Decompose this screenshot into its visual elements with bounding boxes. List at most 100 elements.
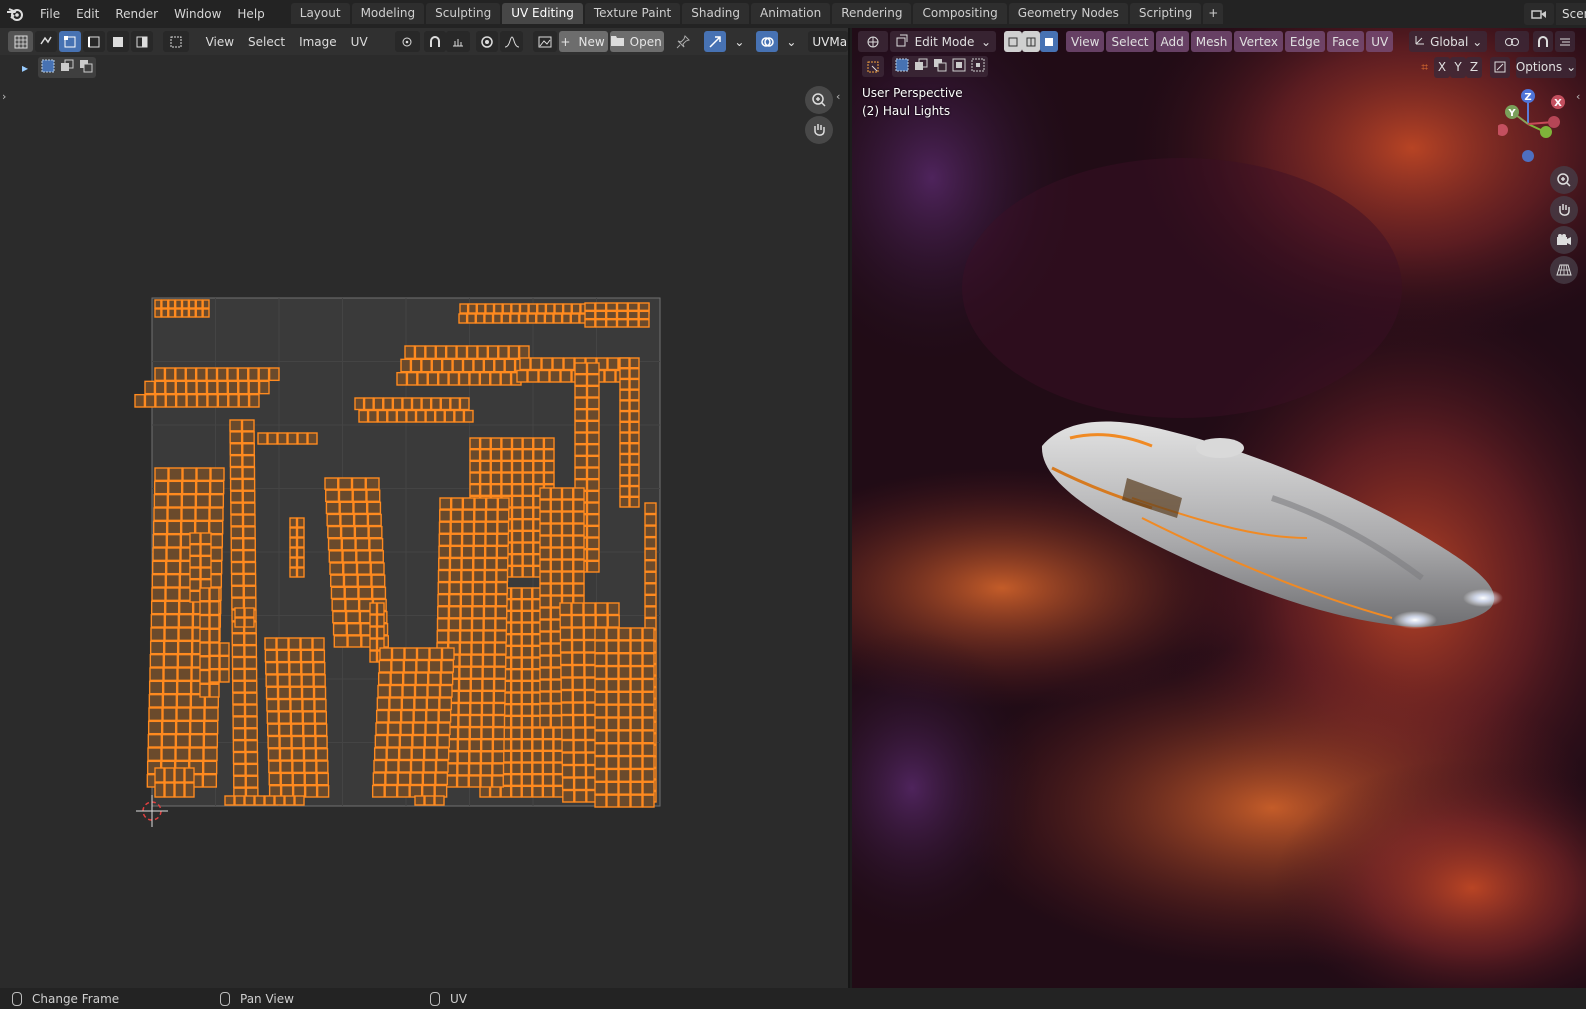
vp-menu-add[interactable]: Add bbox=[1155, 31, 1189, 52]
vp-menu-uv[interactable]: UV bbox=[1366, 31, 1394, 52]
face-mode-icon[interactable] bbox=[1040, 31, 1058, 52]
mirror-y-toggle[interactable]: Y bbox=[1450, 56, 1466, 78]
pan-hand-icon[interactable] bbox=[805, 116, 833, 144]
falloff-icon[interactable] bbox=[499, 31, 524, 52]
uv-face bbox=[231, 656, 245, 670]
overlay-icon[interactable] bbox=[756, 31, 779, 52]
gizmo-neg-y[interactable] bbox=[1540, 126, 1552, 138]
snap-target-icon[interactable] bbox=[445, 31, 470, 52]
tab-shading[interactable]: Shading bbox=[682, 3, 749, 24]
face-select-icon[interactable] bbox=[107, 31, 130, 52]
island-select-icon[interactable] bbox=[131, 31, 154, 52]
vp-menu-select[interactable]: Select bbox=[1106, 31, 1154, 52]
uv-face bbox=[457, 738, 470, 752]
mirror-z-toggle[interactable]: Z bbox=[1466, 56, 1482, 78]
vp-select-subtract-icon[interactable] bbox=[933, 58, 947, 75]
gizmo-neg-z[interactable] bbox=[1522, 150, 1534, 162]
uv-face bbox=[494, 654, 507, 667]
vp-menu-view[interactable]: View bbox=[1066, 31, 1105, 52]
open-image-button[interactable]: Open bbox=[610, 31, 665, 52]
uv-sync-view-icon[interactable] bbox=[704, 31, 727, 52]
tab-geometry-nodes[interactable]: Geometry Nodes bbox=[1008, 3, 1128, 24]
uv-face bbox=[279, 735, 292, 749]
sticky-selection-icon[interactable] bbox=[163, 31, 189, 52]
pin-icon[interactable] bbox=[672, 31, 694, 52]
select-box-tool-icon[interactable] bbox=[862, 56, 884, 77]
new-image-button[interactable]: + New bbox=[559, 31, 609, 52]
gizmo-x-axis[interactable] bbox=[1498, 124, 1508, 136]
edge-select-icon[interactable] bbox=[83, 31, 106, 52]
vp-menu-mesh[interactable]: Mesh bbox=[1190, 31, 1233, 52]
vp-menu-vertex[interactable]: Vertex bbox=[1234, 31, 1283, 52]
vp-sidebar-expand-icon[interactable]: ‹ bbox=[1576, 90, 1580, 103]
uv-menu-image[interactable]: Image bbox=[292, 35, 344, 49]
select-extend-icon[interactable] bbox=[60, 59, 74, 76]
select-subtract-icon[interactable] bbox=[79, 59, 93, 76]
options-dropdown[interactable]: Options ⌄ bbox=[1516, 56, 1576, 78]
edge-mode-icon[interactable] bbox=[1022, 31, 1040, 52]
select-new-icon[interactable] bbox=[41, 59, 55, 76]
menu-file[interactable]: File bbox=[32, 1, 68, 27]
tab-texture-paint[interactable]: Texture Paint bbox=[584, 3, 681, 24]
mirror-x-toggle[interactable]: X bbox=[1434, 56, 1450, 78]
snap-icon[interactable] bbox=[423, 31, 446, 52]
3d-viewport[interactable]: Edit Mode ⌄ View Select Add Mesh Vertex … bbox=[852, 28, 1586, 988]
editor-type-icon[interactable] bbox=[8, 31, 34, 52]
uv-face bbox=[373, 747, 387, 761]
menu-window[interactable]: Window bbox=[166, 1, 229, 27]
image-browse-icon[interactable] bbox=[533, 31, 558, 52]
menu-edit[interactable]: Edit bbox=[68, 1, 107, 27]
uv-menu-view[interactable]: View bbox=[199, 35, 241, 49]
perspective-grid-icon[interactable] bbox=[1550, 256, 1578, 284]
tab-scripting[interactable]: Scripting bbox=[1129, 3, 1202, 24]
add-workspace-button[interactable]: + bbox=[1203, 3, 1224, 24]
navigation-gizmo[interactable]: Z Y X bbox=[1498, 86, 1578, 166]
uv-face bbox=[492, 726, 505, 740]
vp-pan-hand-icon[interactable] bbox=[1550, 196, 1578, 224]
vp-select-new-icon[interactable] bbox=[895, 58, 909, 75]
tab-animation[interactable]: Animation bbox=[751, 3, 831, 24]
uv-face bbox=[473, 557, 486, 571]
tab-sculpting[interactable]: Sculpting bbox=[426, 3, 501, 24]
menu-help[interactable]: Help bbox=[229, 1, 272, 27]
toolbar-expand-icon[interactable]: › bbox=[2, 90, 6, 103]
vp-select-intersect-icon[interactable] bbox=[971, 58, 985, 75]
tab-rendering[interactable]: Rendering bbox=[832, 3, 912, 24]
overlay-chevron-icon[interactable]: ⌄ bbox=[780, 31, 802, 52]
vp-select-difference-icon[interactable] bbox=[952, 58, 966, 75]
vp-menu-face[interactable]: Face bbox=[1327, 31, 1365, 52]
tab-modeling[interactable]: Modeling bbox=[351, 3, 425, 24]
mode-selector[interactable]: Edit Mode ⌄ bbox=[890, 31, 996, 52]
scene-selector[interactable]: Scen bbox=[1524, 3, 1586, 25]
uv-menu-uv[interactable]: UV bbox=[344, 35, 375, 49]
uvmap-selector[interactable]: UVMap bbox=[808, 31, 848, 52]
chevron-down-icon[interactable]: ⌄ bbox=[728, 31, 750, 52]
uv-canvas[interactable] bbox=[0, 28, 850, 988]
sync-selection-icon[interactable] bbox=[35, 31, 58, 52]
blender-logo-icon[interactable] bbox=[0, 1, 30, 27]
vp-menu-edge[interactable]: Edge bbox=[1284, 31, 1326, 52]
menu-render[interactable]: Render bbox=[107, 1, 166, 27]
sidebar-expand-icon[interactable]: ‹ bbox=[836, 90, 840, 103]
auto-merge-icon[interactable] bbox=[1490, 56, 1510, 78]
vp-select-extend-icon[interactable] bbox=[914, 58, 928, 75]
tab-uv-editing[interactable]: UV Editing bbox=[502, 3, 583, 24]
snap-3d-icon[interactable] bbox=[1533, 31, 1554, 52]
editor-type-3d-icon[interactable] bbox=[858, 31, 888, 52]
proportional-editing-icon[interactable] bbox=[475, 31, 498, 52]
zoom-icon[interactable] bbox=[805, 86, 833, 114]
proportional-3d-icon[interactable] bbox=[1555, 31, 1576, 52]
camera-icon[interactable] bbox=[1550, 226, 1578, 254]
vertex-mode-icon[interactable] bbox=[1004, 31, 1022, 52]
uv-menu-select[interactable]: Select bbox=[241, 35, 292, 49]
gizmo-neg-x[interactable] bbox=[1548, 116, 1560, 128]
tab-compositing[interactable]: Compositing bbox=[913, 3, 1007, 24]
cursor-tool-icon[interactable]: ▸ bbox=[14, 57, 36, 78]
transform-orientation-selector[interactable]: Global ⌄ bbox=[1409, 31, 1488, 52]
pivot-3d-icon[interactable] bbox=[1495, 31, 1530, 52]
tab-layout[interactable]: Layout bbox=[290, 3, 350, 24]
pivot-point-icon[interactable] bbox=[394, 31, 420, 52]
vp-zoom-icon[interactable] bbox=[1550, 166, 1578, 194]
orientation-chevron-icon: ⌄ bbox=[1472, 34, 1483, 49]
vertex-select-icon[interactable] bbox=[59, 31, 82, 52]
